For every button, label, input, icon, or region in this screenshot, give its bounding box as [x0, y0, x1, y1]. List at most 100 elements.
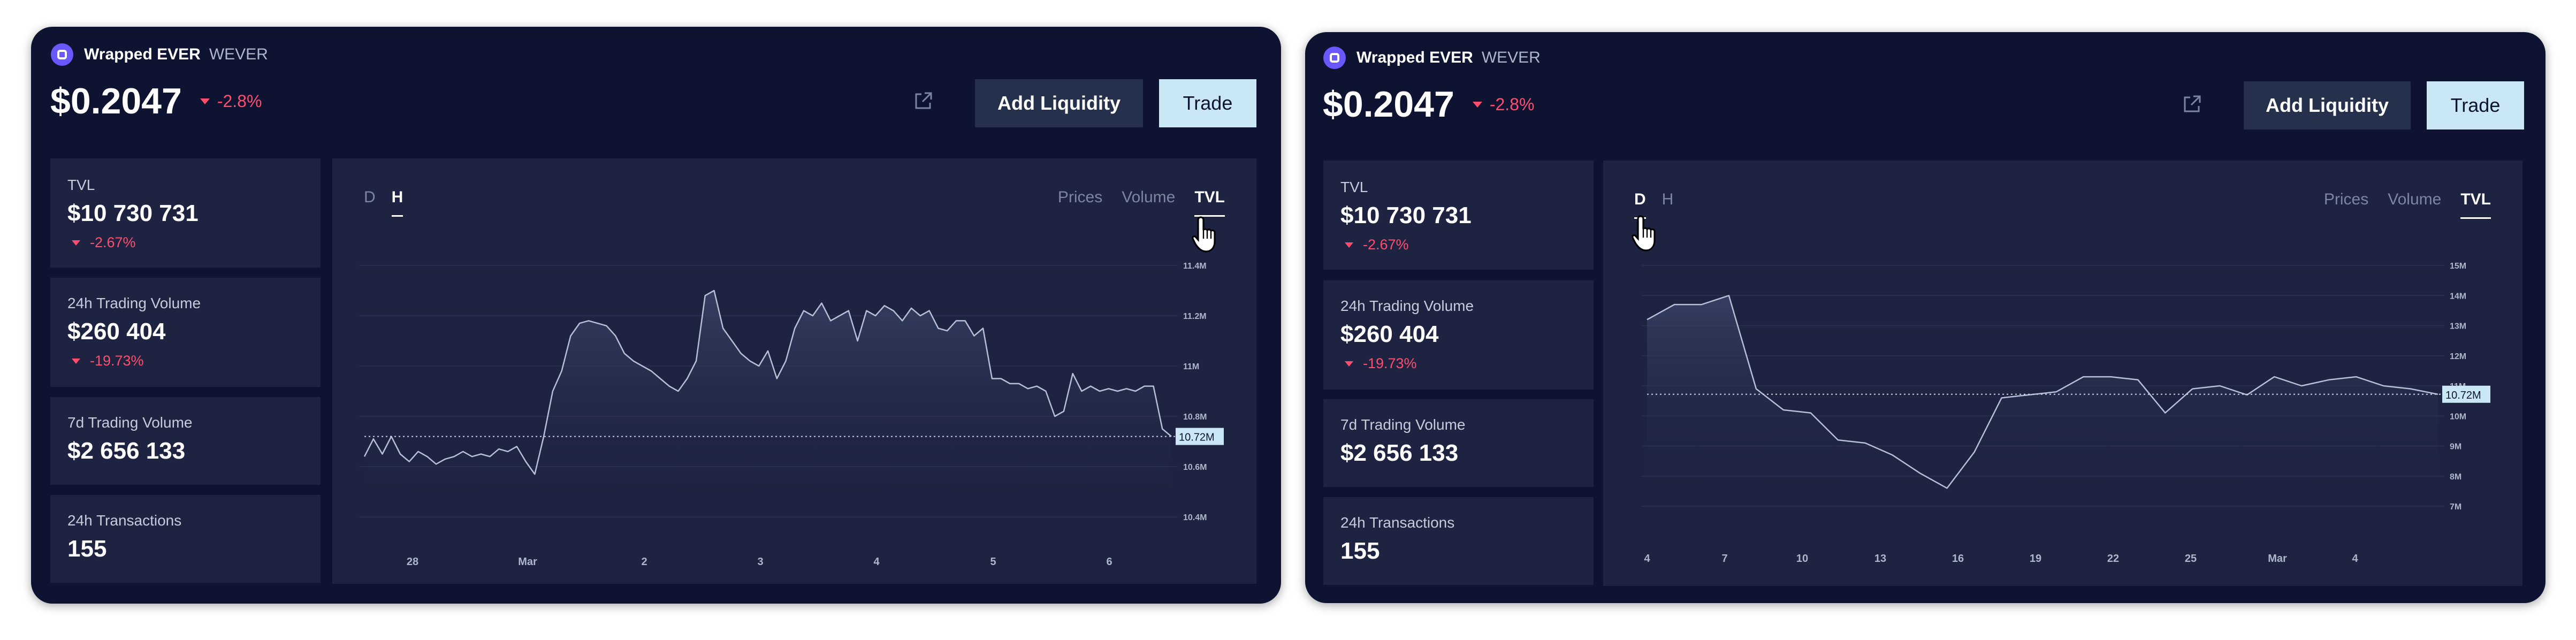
y-tick-label: 10.4M	[1183, 513, 1207, 522]
stat-label: 24h Trading Volume	[67, 295, 201, 311]
current-value-label: 10.72M	[1179, 432, 1215, 444]
x-tick-label: 22	[2107, 553, 2119, 565]
stat-card-7d-volume: 7d Trading Volume $2 656 133	[1323, 399, 1594, 487]
token-header: Wrapped EVER WEVER	[51, 43, 268, 66]
token-name: Wrapped EVER	[1356, 49, 1473, 66]
x-tick-label: 19	[2030, 553, 2041, 565]
y-tick-label: 15M	[2450, 262, 2466, 271]
chevron-down-icon	[72, 358, 80, 364]
token-panel-daily: Wrapped EVER WEVER $0.2047 -2.8% Add Liq…	[1305, 32, 2545, 603]
y-tick-label: 13M	[2450, 322, 2466, 331]
external-link-icon[interactable]	[913, 90, 934, 111]
y-tick-label: 14M	[2450, 292, 2466, 301]
y-tick-label: 11M	[1183, 362, 1199, 371]
y-tick-label: 10.6M	[1183, 463, 1207, 472]
x-tick-label: 5	[990, 556, 996, 568]
token-header: Wrapped EVER WEVER	[1323, 46, 1541, 70]
y-tick-label: 11.2M	[1183, 312, 1207, 321]
x-tick-label: 4	[873, 556, 880, 568]
x-tick-label: 10	[1796, 553, 1808, 565]
stat-label: 24h Trading Volume	[1340, 298, 1474, 314]
chart-card: D H Prices Volume TVL 15M14M13M12M11M10M…	[1603, 161, 2522, 586]
stat-change: -2.67%	[72, 234, 136, 251]
hand-cursor-icon	[1632, 215, 1656, 252]
current-value-label: 10.72M	[2445, 390, 2481, 401]
token-name: Wrapped EVER	[84, 45, 201, 63]
token-symbol: WEVER	[209, 45, 268, 63]
stat-change-value: -19.73%	[90, 353, 144, 369]
stat-label: 24h Transactions	[1340, 514, 1455, 531]
chart-card: D H Prices Volume TVL 11.4M 11.2M 11M 10.8M…	[332, 158, 1256, 584]
tvl-area	[1647, 295, 2438, 506]
stat-card-24h-volume: 24h Trading Volume $260 404 -19.73%	[1323, 280, 1594, 390]
x-tick-label: 16	[1952, 553, 1964, 565]
price-change-value: -2.8%	[1489, 94, 1535, 114]
stat-value: $10 730 731	[1340, 202, 1472, 228]
x-tick-label: 2	[641, 556, 647, 568]
x-tick-label: Mar	[518, 556, 537, 568]
trade-button[interactable]: Trade	[1159, 79, 1256, 127]
price-change: -2.8%	[1472, 94, 1535, 115]
token-price: $0.2047	[50, 81, 182, 121]
y-tick-label: 8M	[2450, 473, 2461, 482]
stat-card-24h-transactions: 24h Transactions 155	[50, 495, 321, 583]
token-logo	[51, 43, 73, 66]
y-tick-label: 10M	[2450, 412, 2466, 421]
token-price: $0.2047	[1323, 84, 1454, 125]
stat-value: $2 656 133	[1340, 440, 1459, 466]
x-tick-label: 6	[1106, 556, 1112, 568]
stat-value: $10 730 731	[67, 200, 199, 226]
trade-button[interactable]: Trade	[2427, 81, 2524, 129]
x-tick-label: 4	[1644, 553, 1650, 565]
chevron-down-icon	[1472, 101, 1482, 108]
stat-change-value: -19.73%	[1363, 355, 1417, 371]
add-liquidity-button[interactable]: Add Liquidity	[975, 79, 1143, 127]
stat-label: 7d Trading Volume	[67, 414, 193, 431]
token-panel-hourly: Wrapped EVER WEVER $0.2047 -2.8% Add Liq…	[31, 27, 1281, 604]
chevron-down-icon	[1345, 242, 1353, 248]
price-row: $0.2047 -2.8%	[50, 80, 262, 122]
chevron-down-icon	[200, 98, 210, 104]
stat-label: TVL	[1340, 179, 1368, 195]
stat-change: -2.67%	[1345, 237, 1409, 253]
price-row: $0.2047 -2.8%	[1323, 83, 1534, 125]
stat-value: $260 404	[67, 318, 166, 345]
y-tick-label: 10.8M	[1183, 413, 1207, 422]
stat-card-7d-volume: 7d Trading Volume $2 656 133	[50, 397, 321, 485]
tvl-chart[interactable]: 15M14M13M12M11M10M9M8M7M10.72M4710131619…	[1603, 161, 2522, 586]
add-liquidity-button[interactable]: Add Liquidity	[2244, 81, 2411, 129]
stat-card-tvl: TVL $10 730 731 -2.67%	[1323, 161, 1594, 270]
stat-card-tvl: TVL $10 730 731 -2.67%	[50, 158, 321, 268]
price-change: -2.8%	[200, 92, 262, 111]
stat-value: 155	[67, 536, 107, 562]
tvl-chart[interactable]: 11.4M 11.2M 11M 10.8M 10.6M 10.4M 10.72M 28 Mar 2…	[332, 158, 1256, 584]
hand-cursor-icon	[1192, 216, 1216, 253]
x-tick-label: 4	[2352, 553, 2358, 565]
stat-card-24h-volume: 24h Trading Volume $260 404 -19.73%	[50, 278, 321, 387]
x-tick-label: 25	[2185, 553, 2197, 565]
stat-change: -19.73%	[72, 353, 144, 369]
y-tick-label: 7M	[2450, 502, 2461, 512]
stat-card-24h-transactions: 24h Transactions 155	[1323, 497, 1594, 585]
stat-value: 155	[1340, 538, 1380, 564]
stat-label: 7d Trading Volume	[1340, 416, 1466, 433]
x-tick-label: 3	[757, 556, 763, 568]
token-logo	[1323, 47, 1346, 69]
y-tick-label: 12M	[2450, 352, 2466, 361]
price-change-value: -2.8%	[217, 91, 262, 111]
y-tick-label: 9M	[2450, 443, 2461, 452]
x-tick-label: 7	[1721, 553, 1727, 565]
external-link-icon[interactable]	[2182, 93, 2203, 115]
y-tick-label: 11.4M	[1183, 262, 1207, 271]
stat-label: TVL	[67, 177, 95, 193]
x-tick-label: Mar	[2268, 553, 2287, 565]
stat-change-value: -2.67%	[1363, 237, 1409, 253]
chevron-down-icon	[1345, 361, 1353, 367]
stat-change: -19.73%	[1345, 355, 1417, 372]
stat-value: $260 404	[1340, 321, 1439, 347]
x-tick-label: 28	[407, 556, 418, 568]
chevron-down-icon	[72, 240, 80, 246]
x-tick-label: 13	[1874, 553, 1886, 565]
token-symbol: WEVER	[1481, 49, 1541, 66]
stat-value: $2 656 133	[67, 438, 186, 464]
